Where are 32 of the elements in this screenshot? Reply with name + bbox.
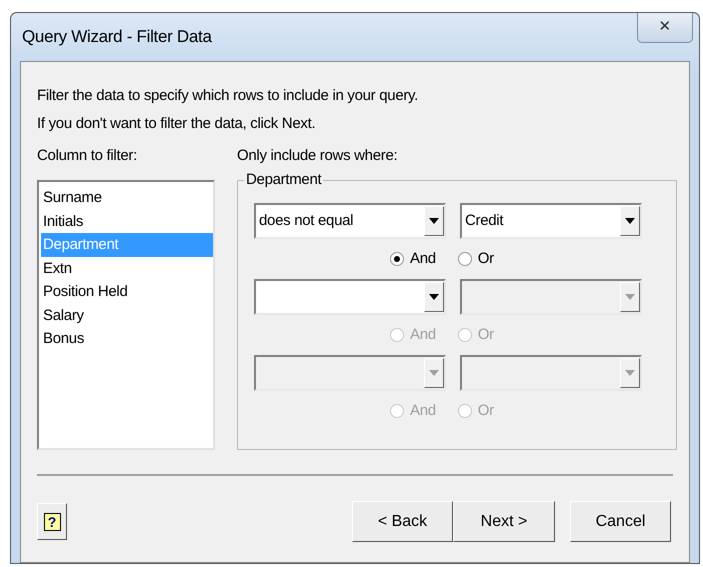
- dropdown-value: does not equal: [259, 210, 354, 231]
- dropdown-value: Credit: [465, 210, 504, 231]
- list-item[interactable]: Surname: [41, 186, 213, 210]
- dropdown-field[interactable]: does not equal: [254, 203, 446, 239]
- list-item[interactable]: Initials: [41, 210, 213, 233]
- close-button[interactable]: ✕: [637, 13, 693, 43]
- dropdown-arrow-icon: [625, 370, 635, 376]
- list-item[interactable]: Extn: [41, 256, 213, 280]
- dropdown-field[interactable]: [254, 279, 446, 315]
- dialog-button[interactable]: Next >: [453, 501, 555, 542]
- dropdown-arrow-icon: [625, 294, 635, 300]
- radio-option[interactable]: Or: [458, 248, 494, 270]
- dialog-button[interactable]: Cancel: [570, 501, 671, 542]
- dropdown-field[interactable]: Credit: [460, 203, 642, 239]
- window-title: Query Wizard - Filter Data: [22, 26, 212, 48]
- dropdown-arrow-icon: [625, 218, 635, 224]
- list-item[interactable]: Salary: [41, 304, 213, 327]
- radio-option[interactable]: And: [390, 248, 436, 270]
- instruction-text: Filter the data to specify which rows to include in your query.: [37, 86, 420, 106]
- help-button[interactable]: ?: [37, 503, 67, 540]
- dropdown-arrow-icon: [429, 218, 439, 224]
- dropdown-arrow-icon: [429, 294, 439, 300]
- radio-dot-icon: [394, 256, 400, 262]
- list-item[interactable]: Position Held: [41, 280, 213, 304]
- instruction-text: If you don't want to filter the data, click Next.: [37, 114, 316, 134]
- list-item[interactable]: Bonus: [41, 327, 213, 350]
- criteria-label: Only include rows where:: [237, 146, 398, 166]
- column-listbox[interactable]: Surname Initials Department Extn Position Held Salary Bonus: [37, 180, 215, 450]
- group-title: Department: [244, 171, 324, 189]
- column-label: Column to filter:: [37, 146, 138, 166]
- dropdown-arrow-icon: [429, 370, 439, 376]
- dialog-button[interactable]: < Back: [352, 501, 453, 542]
